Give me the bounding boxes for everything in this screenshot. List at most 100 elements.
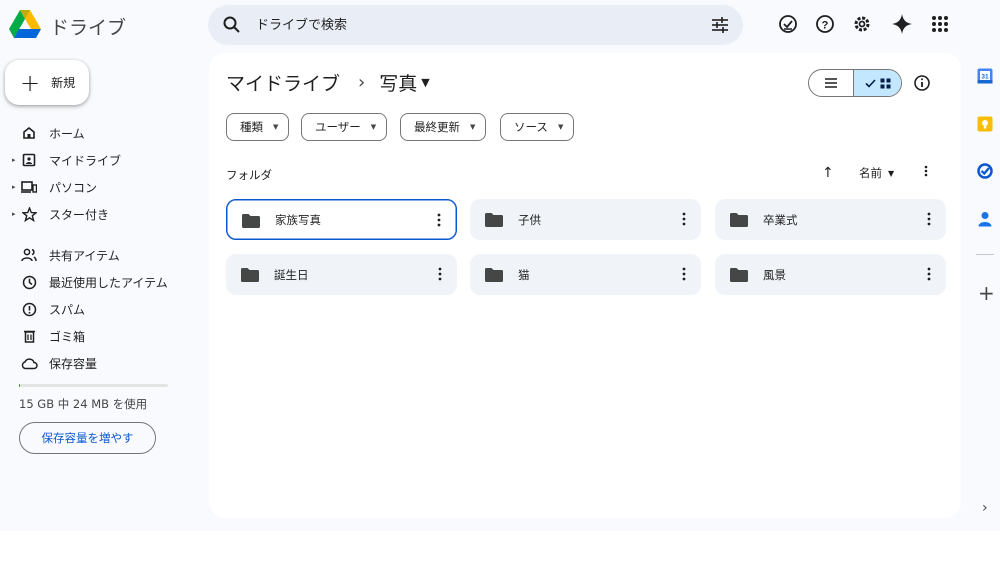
plus-icon: + xyxy=(20,68,41,97)
more-options-icon[interactable] xyxy=(437,266,443,286)
nav-item-computers[interactable]: ▸ パソコン xyxy=(12,175,197,199)
gemini-icon[interactable] xyxy=(891,13,913,35)
folder-icon xyxy=(485,212,503,231)
expand-arrow-icon[interactable]: ▸ xyxy=(12,210,17,218)
filter-chip-modified[interactable]: 最終更新 ▼ xyxy=(400,113,487,141)
filter-chip-type[interactable]: 種類 ▼ xyxy=(226,113,290,141)
ready-for-offline-icon[interactable] xyxy=(777,13,799,35)
apps-grid-icon[interactable] xyxy=(929,13,951,35)
folder-icon xyxy=(485,267,503,286)
app-name: ドライブ xyxy=(50,16,127,39)
filter-chip-label: ソース xyxy=(514,120,548,134)
nav-label: ゴミ箱 xyxy=(49,329,86,344)
calendar-day: 31 xyxy=(981,74,989,81)
star-icon xyxy=(20,205,38,223)
folder-item[interactable]: 卒業式 xyxy=(715,199,946,240)
get-add-ons-icon[interactable]: + xyxy=(978,283,995,303)
sort-direction-arrow-icon[interactable]: ↑ xyxy=(822,165,834,181)
more-options-icon[interactable] xyxy=(926,211,932,231)
more-options-icon[interactable] xyxy=(921,163,931,183)
sort-by-button[interactable]: 名前 ▼ xyxy=(859,165,894,181)
calendar-icon[interactable]: 31 xyxy=(977,68,993,84)
search-options-icon[interactable] xyxy=(711,16,729,38)
filter-chip-label: 種類 xyxy=(240,120,263,134)
caret-down-icon[interactable]: ▼ xyxy=(421,76,429,89)
folder-name: 猫 xyxy=(518,267,530,282)
info-icon[interactable] xyxy=(913,74,931,96)
search-input[interactable] xyxy=(256,5,686,45)
get-more-storage-button[interactable]: 保存容量を増やす xyxy=(19,422,156,454)
recent-icon xyxy=(20,273,38,291)
list-icon xyxy=(825,78,838,88)
breadcrumb: マイドライブ › 写真 ▼ xyxy=(226,69,430,96)
folder-item[interactable]: 家族写真 xyxy=(226,199,457,240)
new-button-label: 新規 xyxy=(51,76,76,90)
tasks-icon[interactable] xyxy=(977,163,993,179)
grid-icon xyxy=(880,78,891,88)
folder-icon xyxy=(730,212,748,231)
grid-view-button[interactable] xyxy=(854,70,901,96)
nav-label: 共有アイテム xyxy=(49,248,120,263)
nav-item-starred[interactable]: ▸ スター付き xyxy=(12,202,197,226)
nav-label: 最近使用したアイテム xyxy=(49,275,168,290)
svg-text:?: ? xyxy=(822,20,829,32)
nav-item-trash[interactable]: ゴミ箱 xyxy=(12,324,197,348)
folder-icon xyxy=(730,267,748,286)
rail-divider xyxy=(976,254,994,255)
contacts-icon[interactable] xyxy=(977,211,993,227)
drive-app: ドライブ ? + 新規 ホーム ▸ マイドライブ ▸ xyxy=(0,0,1000,531)
my-drive-icon xyxy=(20,151,38,169)
drive-logo[interactable]: ドライブ xyxy=(9,10,126,42)
more-options-icon[interactable] xyxy=(926,266,932,286)
filter-chip-people[interactable]: ユーザー ▼ xyxy=(301,113,388,141)
nav-item-spam[interactable]: スパム xyxy=(12,297,197,321)
nav-item-storage[interactable]: 保存容量 xyxy=(12,351,197,375)
spam-icon xyxy=(20,300,38,318)
caret-down-icon: ▼ xyxy=(273,123,279,131)
folder-item[interactable]: 風景 xyxy=(715,254,946,295)
new-button[interactable]: + 新規 xyxy=(5,60,89,105)
folder-item[interactable]: 猫 xyxy=(470,254,701,295)
list-view-button[interactable] xyxy=(809,70,855,96)
breadcrumb-root[interactable]: マイドライブ xyxy=(226,69,340,96)
folder-name: 子供 xyxy=(518,212,541,227)
nav-label: 保存容量 xyxy=(49,356,98,371)
expand-arrow-icon[interactable]: ▸ xyxy=(12,156,17,164)
nav-item-my-drive[interactable]: ▸ マイドライブ xyxy=(12,148,197,172)
nav-label: スター付き xyxy=(49,207,110,222)
caret-down-icon: ▼ xyxy=(470,123,476,131)
folders-section-title: フォルダ xyxy=(226,168,272,182)
nav-label: スパム xyxy=(49,302,86,317)
folder-item[interactable]: 子供 xyxy=(470,199,701,240)
folder-name: 誕生日 xyxy=(274,267,309,282)
trash-icon xyxy=(20,327,38,345)
settings-icon[interactable] xyxy=(851,13,873,35)
chevron-right-icon[interactable]: › xyxy=(982,500,988,516)
breadcrumb-current[interactable]: 写真 xyxy=(379,69,417,96)
nav-item-home[interactable]: ホーム xyxy=(12,121,197,145)
folder-icon xyxy=(242,213,260,232)
filter-chip-source[interactable]: ソース ▼ xyxy=(500,113,575,141)
search-icon[interactable] xyxy=(222,15,242,39)
folder-name: 家族写真 xyxy=(275,212,321,227)
nav-item-shared[interactable]: 共有アイテム xyxy=(12,243,197,267)
computers-icon xyxy=(20,178,38,196)
storage-quota-bar xyxy=(19,384,168,387)
caret-down-icon: ▼ xyxy=(888,168,895,178)
nav-label: パソコン xyxy=(49,180,98,195)
more-options-icon[interactable] xyxy=(681,266,687,286)
folder-item[interactable]: 誕生日 xyxy=(226,254,457,295)
cloud-icon xyxy=(20,354,38,372)
keep-icon[interactable] xyxy=(977,116,993,132)
nav-label: ホーム xyxy=(49,126,85,141)
shared-icon xyxy=(20,246,38,264)
chevron-right-icon: › xyxy=(358,72,366,93)
expand-arrow-icon[interactable]: ▸ xyxy=(12,183,17,191)
more-options-icon[interactable] xyxy=(681,211,687,231)
nav-item-recent[interactable]: 最近使用したアイテム xyxy=(12,270,197,294)
caret-down-icon: ▼ xyxy=(370,123,377,131)
drive-logo-icon xyxy=(9,10,41,42)
more-options-icon[interactable] xyxy=(436,212,442,232)
folder-icon xyxy=(241,267,259,286)
help-icon[interactable]: ? xyxy=(814,13,836,35)
